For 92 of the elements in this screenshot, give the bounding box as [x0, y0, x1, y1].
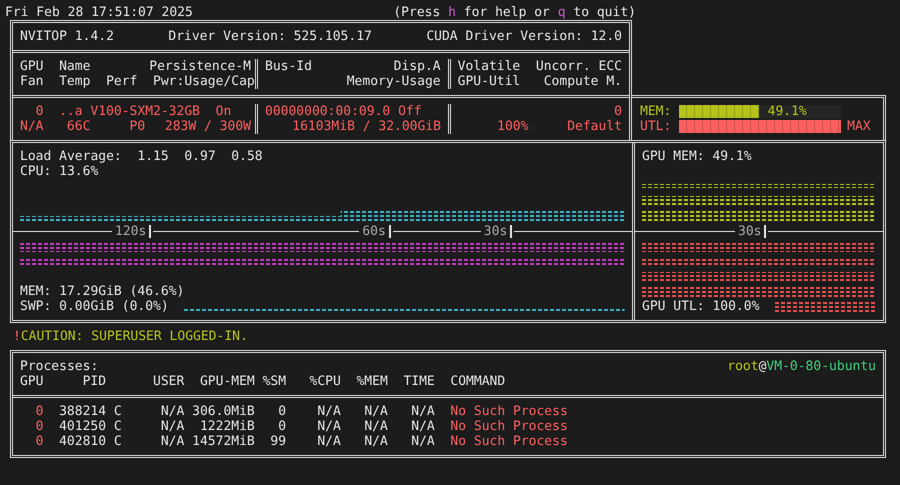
bus-id: 00000000:00:09.0 [265, 104, 390, 119]
column-header: GPU [20, 59, 44, 74]
column-header: Compute M. [544, 74, 622, 89]
swap-usage: SWP: 0.00GiB (0.0%) [20, 299, 169, 314]
utilization-reading: MAX [847, 119, 871, 134]
gpu-memory-cell-text: 14572MiB [191, 434, 255, 449]
memory-cell-text: N/A [363, 404, 388, 419]
column-header: Fan [20, 74, 44, 89]
command-cell-text: No Such Process [449, 419, 569, 434]
command-cell-text: No Such Process [449, 404, 569, 419]
caution-message: !CAUTION: SUPERUSER LOGGED-IN. [13, 329, 248, 344]
column-header: Uncorr. ECC [536, 59, 622, 74]
user-host: root@VM-0-80-ubuntu [727, 359, 876, 374]
cuda-version: CUDA Driver Version: 12.0 [426, 29, 622, 44]
ecc-errors: 0 [614, 104, 622, 119]
column-header: Disp.A [394, 59, 441, 74]
time-axis-label: 30s [482, 224, 508, 239]
axis-tick [764, 225, 766, 238]
user-cell-text: N/A [160, 404, 184, 419]
column-header: GPU-Util [458, 74, 520, 89]
pid-cell-text: 402810 C [58, 434, 123, 449]
gpu-memory-usage: GPU MEM: 49.1% [642, 149, 752, 164]
cpu-usage: CPU: 13.6% [20, 164, 98, 179]
memory-percent: 49.1% [768, 104, 807, 119]
axis-tick [388, 225, 391, 238]
user-column-header: USER [152, 374, 184, 389]
cpu-cell-text: N/A [316, 434, 341, 449]
time-cell-text: N/A [410, 434, 435, 449]
time-axis-label: 30s [737, 224, 762, 239]
time-axis-label: 120s [114, 224, 148, 239]
load-average-value: 1.15 [137, 149, 169, 164]
column-header: Volatile [458, 59, 520, 74]
memory-cell-text: N/A [363, 419, 388, 434]
driver-version: Driver Version: 525.105.17 [168, 29, 372, 44]
time-column-header: TIME [402, 374, 435, 389]
gpu-utilization-usage: GPU UTL: 100.0% [642, 299, 760, 314]
command-column-header: COMMAND [449, 374, 506, 389]
pid-cell-text: 388214 C [58, 404, 123, 419]
column-header: Perf [106, 74, 138, 89]
sm-cell-text: 0 [277, 419, 286, 434]
gpu-cell-text: 0 [34, 434, 44, 449]
persistence-mode: On [216, 104, 232, 119]
help-hint: (Press h for help or q to quit) [393, 5, 636, 20]
gpu-column-header: GPU [20, 374, 44, 389]
gpu-memory-column-header: GPU-MEM [198, 374, 255, 389]
axis-tick [510, 225, 512, 238]
memory-bar-label: MEM: [640, 104, 672, 119]
time-axis-label: 60s [361, 224, 387, 239]
gpu-name: ..a V100-SXM2-32GB [59, 104, 200, 119]
temperature: 66C [66, 119, 90, 134]
sm-cell-text: 0 [277, 404, 286, 419]
cpu-column-header: %CPU [308, 374, 341, 389]
display-active: Off [398, 104, 422, 119]
gpu-memory-cell-text: 1222MiB [198, 419, 255, 434]
axis-tick [149, 225, 152, 238]
gpu-index: 0 [34, 104, 44, 119]
load-average-value: 0.97 [184, 149, 216, 164]
memory-column-header: %MEM [355, 374, 388, 389]
gpu-cell-text: 0 [34, 404, 44, 419]
pid-column-header: PID [82, 374, 108, 389]
gpu-utilization: 100% [496, 119, 528, 134]
column-header: Temp [59, 74, 90, 89]
load-average-value: 0.58 [231, 149, 263, 164]
memory-usage: MEM: 17.29GiB (46.6%) [20, 284, 184, 299]
power-usage: 283W / 300W [164, 119, 251, 134]
pid-cell-text: 401250 C [58, 419, 123, 434]
load-average-label: Load Average: [20, 149, 122, 164]
time-cell-text: N/A [410, 419, 435, 434]
memory-cell-text: N/A [363, 434, 388, 449]
time-cell-text: N/A [410, 404, 435, 419]
fan-speed: N/A [20, 119, 44, 134]
user-cell-text: N/A [160, 419, 184, 434]
cpu-cell-text: N/A [316, 404, 341, 419]
gpu-cell-text: 0 [34, 419, 44, 434]
column-header: Persistence-M [149, 59, 251, 74]
performance-state: P0 [128, 119, 146, 134]
column-header: Memory-Usage [346, 74, 441, 89]
column-header: Bus-Id [265, 59, 312, 74]
compute-mode: Default [567, 119, 622, 134]
sm-column-header: %SM [262, 374, 286, 389]
column-header: Pwr:Usage/Cap [153, 74, 255, 89]
date-time: Fri Feb 28 17:51:07 2025 [5, 5, 193, 20]
memory-usage: 16103MiB / 32.00GiB [292, 119, 441, 134]
sm-cell-text: 99 [269, 434, 286, 449]
processes-title: Processes: [20, 359, 98, 374]
app-version: NVITOP 1.4.2 [20, 29, 114, 44]
command-cell-text: No Such Process [449, 434, 569, 449]
user-cell-text: N/A [160, 434, 184, 449]
column-header: Name [59, 59, 90, 74]
gpu-memory-cell-text: 306.0MiB [191, 404, 255, 419]
cpu-cell-text: N/A [316, 419, 341, 434]
utilization-bar-label: UTL: [640, 119, 672, 134]
